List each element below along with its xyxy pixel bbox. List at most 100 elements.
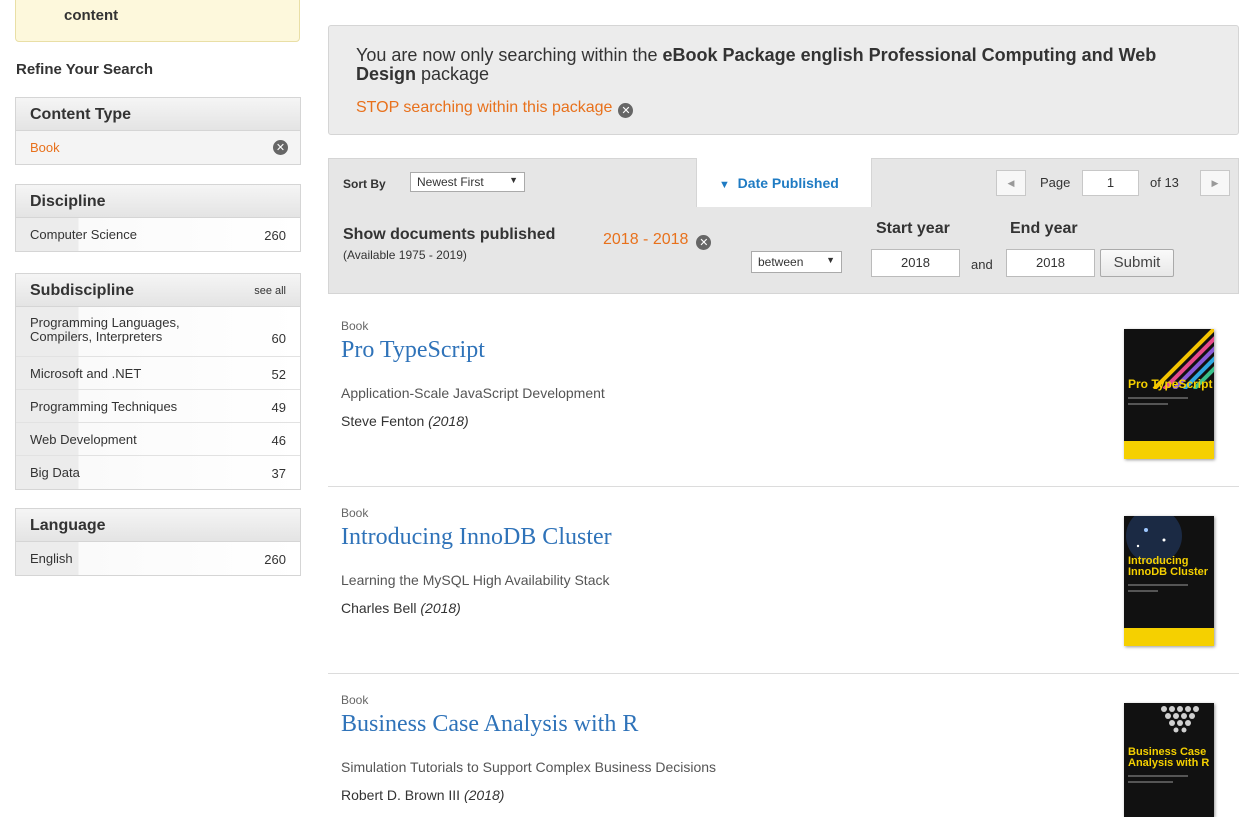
facet-item-programming-techniques[interactable]: Programming Techniques 49 <box>16 390 300 423</box>
facet-item-count: 52 <box>271 367 286 382</box>
facet-item-english[interactable]: English 260 <box>16 542 300 575</box>
facet-discipline: Discipline Computer Science 260 <box>15 184 301 252</box>
end-year-label: End year <box>1010 220 1078 237</box>
facet-header: Subdiscipline see all <box>16 274 300 307</box>
book-cover-image[interactable]: Business Case Analysis with R <box>1124 703 1214 817</box>
facet-subdiscipline: Subdiscipline see all Programming Langua… <box>15 273 301 490</box>
cover-title: Introducing InnoDB Cluster <box>1128 555 1209 578</box>
sort-select-value: Newest First <box>417 175 484 189</box>
result-item: Book Introducing InnoDB Cluster Learning… <box>328 506 1239 666</box>
result-subtitle: Application-Scale JavaScript Development <box>341 385 605 401</box>
end-year-input[interactable]: 2018 <box>1006 249 1095 277</box>
package-message: You are now only searching within the eB… <box>356 46 1216 84</box>
start-year-input[interactable]: 2018 <box>871 249 960 277</box>
facet-item-label: Programming Languages, Compilers, Interp… <box>30 315 180 344</box>
stop-package-label[interactable]: STOP searching within this package <box>356 99 612 116</box>
date-range-chip[interactable]: 2018 - 2018 ✕ <box>603 231 712 250</box>
result-subtitle: Simulation Tutorials to Support Complex … <box>341 759 717 775</box>
triangle-down-icon: ▼ <box>719 179 730 191</box>
date-range-label: 2018 - 2018 <box>603 231 689 248</box>
sort-select[interactable]: Newest First ▼ <box>410 172 525 192</box>
cover-line <box>1128 397 1188 399</box>
date-filter-available: (Available 1975 - 2019) <box>343 248 467 262</box>
result-year: (2018) <box>463 787 505 803</box>
page-label: Page <box>1040 175 1071 190</box>
facet-item-programming-languages[interactable]: Programming Languages, Compilers, Interp… <box>16 307 300 357</box>
prev-page-button[interactable]: ◀ <box>996 170 1026 196</box>
sidebar-notice: content <box>15 0 300 42</box>
cover-title: Pro TypeScript <box>1128 377 1213 391</box>
cover-title: Business Case Analysis with R <box>1128 746 1210 769</box>
facet-content-type: Content Type Book ✕ <box>15 97 301 165</box>
sort-by-label: Sort By <box>343 177 386 191</box>
facet-title: Discipline <box>30 193 106 210</box>
result-type: Book <box>341 319 369 333</box>
close-circle-icon[interactable]: ✕ <box>618 103 634 118</box>
tab-date-published-label: Date Published <box>737 175 839 191</box>
dropdown-arrow-icon: ▼ <box>509 175 518 185</box>
result-divider <box>328 673 1239 674</box>
sort-bar: Sort By Newest First ▼ ▼ Date Published … <box>328 158 1239 209</box>
result-author: Charles Bell (2018) <box>341 600 461 616</box>
facet-title: Content Type <box>30 106 132 123</box>
stop-package-link[interactable]: STOP searching within this package ✕ <box>356 99 634 118</box>
see-all-link[interactable]: see all <box>254 285 286 297</box>
page-number-input[interactable]: 1 <box>1082 170 1139 196</box>
cover-line <box>1128 775 1188 777</box>
date-mode-value: between <box>758 255 804 269</box>
facet-language: Language English 260 <box>15 508 301 576</box>
facet-item-big-data[interactable]: Big Data 37 <box>16 456 300 489</box>
dropdown-arrow-icon: ▼ <box>826 255 835 265</box>
facet-item-label: Book <box>30 140 60 155</box>
cover-footer <box>1124 628 1214 646</box>
result-item: Book Pro TypeScript Application-Scale Ja… <box>328 319 1239 479</box>
facet-item-label: Big Data <box>30 465 80 480</box>
facet-item-label: Microsoft and .NET <box>30 366 142 381</box>
result-title-link[interactable]: Introducing InnoDB Cluster <box>341 524 612 551</box>
facet-item-count: 46 <box>271 433 286 448</box>
facet-item-label: Programming Techniques <box>30 399 178 414</box>
result-title-link[interactable]: Business Case Analysis with R <box>341 711 638 738</box>
result-author: Robert D. Brown III (2018) <box>341 787 504 803</box>
chevron-right-icon: ▶ <box>1211 178 1219 188</box>
cover-line <box>1128 584 1188 586</box>
result-year: (2018) <box>428 413 469 429</box>
facet-item-count: 260 <box>264 228 286 243</box>
tab-date-published-content: ▼ Date Published <box>719 175 839 191</box>
tab-date-published[interactable]: ▼ Date Published <box>696 158 872 209</box>
facet-item-label: Computer Science <box>30 227 137 242</box>
result-year: (2018) <box>420 600 461 616</box>
facet-item-microsoft-net[interactable]: Microsoft and .NET 52 <box>16 357 300 390</box>
cover-line <box>1128 590 1158 592</box>
submit-button[interactable]: Submit <box>1100 249 1174 277</box>
facet-title: Language <box>30 517 106 534</box>
result-type: Book <box>341 693 369 707</box>
facet-item-book[interactable]: Book ✕ <box>16 131 300 164</box>
chevron-left-icon: ◀ <box>1007 178 1015 188</box>
book-cover-image[interactable]: Introducing InnoDB Cluster <box>1124 516 1214 646</box>
facet-item-count: 60 <box>271 331 286 346</box>
date-mode-select[interactable]: between ▼ <box>751 251 842 273</box>
date-filter-panel: Show documents published (Available 1975… <box>328 207 1239 294</box>
package-message-prefix: You are now only searching within the <box>356 45 663 65</box>
result-title-link[interactable]: Pro TypeScript <box>341 337 485 364</box>
facet-header: Language <box>16 509 300 542</box>
sidebar-notice-text: content <box>64 7 119 24</box>
facet-item-label: Web Development <box>30 432 137 447</box>
package-message-suffix: package <box>416 64 490 84</box>
facet-item-computer-science[interactable]: Computer Science 260 <box>16 218 300 251</box>
facet-item-web-development[interactable]: Web Development 46 <box>16 423 300 456</box>
result-type: Book <box>341 506 369 520</box>
date-filter-title: Show documents published <box>343 226 556 243</box>
next-page-button[interactable]: ▶ <box>1200 170 1230 196</box>
cover-art-icon <box>1161 706 1199 733</box>
book-cover-image[interactable]: Pro TypeScript <box>1124 329 1214 459</box>
close-circle-icon[interactable]: ✕ <box>273 140 288 155</box>
cover-line <box>1128 781 1173 783</box>
result-author-name: Charles Bell <box>341 600 417 616</box>
result-subtitle: Learning the MySQL High Availability Sta… <box>341 572 610 588</box>
facet-title: Subdiscipline <box>30 282 135 299</box>
facet-header: Discipline <box>16 185 300 218</box>
refine-search-heading: Refine Your Search <box>16 61 153 78</box>
close-circle-icon[interactable]: ✕ <box>696 235 712 250</box>
